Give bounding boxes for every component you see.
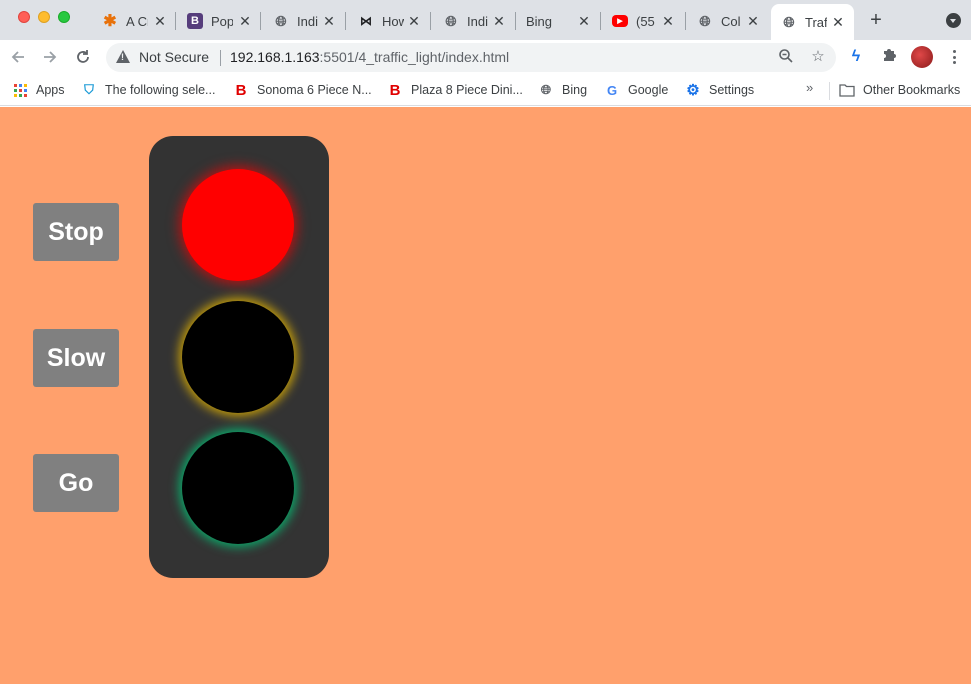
red-light [182, 169, 294, 281]
close-icon[interactable]: ✕ [491, 13, 507, 30]
b-logo-icon: B [389, 81, 401, 99]
yellow-light [182, 301, 294, 413]
apps-grid-icon [12, 82, 28, 98]
tab-strip: ✱ A Cr ✕ B Pop ✕ 🌐︎ Indi ✕ ⋈ How ✕ 🌐︎ In… [0, 0, 971, 40]
bookmark-plaza[interactable]: B Plaza 8 Piece Dini... [387, 80, 523, 100]
window-maximize-button[interactable] [58, 11, 70, 23]
close-icon[interactable]: ✕ [152, 13, 168, 30]
tab-traffic-active[interactable]: 🌐︎ Traf ✕ [771, 4, 854, 40]
gear-icon: ⚙ [686, 82, 700, 99]
bookmark-bing[interactable]: 🌐︎ Bing [538, 80, 587, 100]
chevron-double-right-icon[interactable]: » [806, 80, 813, 95]
bookmark-sonoma[interactable]: B Sonoma 6 Piece N... [233, 80, 372, 100]
divider [220, 50, 221, 66]
security-label[interactable]: Not Secure [139, 49, 209, 65]
arrow-left-icon [11, 51, 24, 63]
close-icon[interactable]: ✕ [830, 14, 846, 31]
zoom-icon[interactable] [777, 48, 795, 66]
tab-col[interactable]: 🌐︎ Col ✕ [697, 6, 761, 36]
close-icon[interactable]: ✕ [576, 13, 592, 30]
bowtie-icon: ⋈ [360, 14, 372, 28]
b-logo-icon: B [235, 81, 247, 99]
asterisk-icon: ✱ [103, 13, 117, 30]
slow-button[interactable]: Slow [33, 329, 119, 387]
google-icon: G [606, 82, 618, 98]
back-button[interactable] [6, 45, 30, 69]
folder-icon [839, 82, 855, 98]
bookmark-settings[interactable]: ⚙ Settings [685, 80, 754, 100]
bookmark-google[interactable]: G Google [604, 80, 668, 100]
tab-indi-2[interactable]: 🌐︎ Indi ✕ [443, 6, 507, 36]
tab-how[interactable]: ⋈ How ✕ [358, 6, 422, 36]
reload-button[interactable] [71, 45, 95, 69]
bookmark-following[interactable]: ⛉ The following sele... [81, 80, 215, 100]
globe-icon: 🌐︎ [699, 12, 711, 29]
bootstrap-icon: B [187, 13, 203, 29]
url-host: 192.168.1.163 [230, 49, 320, 65]
extension-icon[interactable]: ϟ [846, 47, 866, 67]
bookmarks-bar: Apps ⛉ The following sele... B Sonoma 6 … [0, 74, 971, 106]
tab-youtube[interactable]: ▶ (55 ✕ [612, 6, 676, 36]
tab-pop[interactable]: B Pop ✕ [187, 6, 253, 36]
arrow-right-icon [44, 51, 57, 63]
browser-toolbar: Not Secure 192.168.1.163:5501/4_traffic_… [0, 40, 971, 74]
tab-a-cr[interactable]: ✱ A Cr ✕ [102, 6, 168, 36]
divider [829, 82, 830, 100]
url-text[interactable]: 192.168.1.163:5501/4_traffic_light/index… [230, 49, 509, 65]
bookmark-star-icon[interactable]: ☆ [809, 48, 827, 66]
page-content: Stop Slow Go [0, 107, 971, 684]
warning-icon[interactable] [116, 50, 130, 63]
address-bar[interactable]: Not Secure 192.168.1.163:5501/4_traffic_… [106, 43, 836, 72]
tab-bing[interactable]: Bing ✕ [526, 6, 592, 36]
menu-icon[interactable] [946, 47, 962, 67]
traffic-light-housing [149, 136, 329, 578]
globe-icon: 🌐︎ [540, 82, 552, 97]
window-close-button[interactable] [18, 11, 30, 23]
close-icon[interactable]: ✕ [745, 13, 761, 30]
forward-button[interactable] [38, 45, 62, 69]
close-icon[interactable]: ✕ [660, 13, 676, 30]
close-icon[interactable]: ✕ [406, 13, 422, 30]
puzzle-icon[interactable] [879, 47, 899, 67]
bookmark-other[interactable]: Other Bookmarks [839, 80, 960, 100]
close-icon[interactable]: ✕ [237, 13, 253, 30]
reload-icon [77, 50, 89, 63]
tab-indi-1[interactable]: 🌐︎ Indi ✕ [273, 6, 337, 36]
bookmark-apps[interactable]: Apps [12, 80, 65, 100]
avatar[interactable] [911, 46, 933, 68]
close-icon[interactable]: ✕ [321, 13, 337, 30]
stop-button[interactable]: Stop [33, 203, 119, 261]
window-minimize-button[interactable] [38, 11, 50, 23]
globe-icon: 🌐︎ [445, 12, 457, 29]
green-light [182, 432, 294, 544]
shield-icon: ⛉ [84, 82, 94, 97]
url-path: :5501/4_traffic_light/index.html [319, 49, 510, 65]
youtube-icon: ▶ [612, 15, 628, 27]
globe-icon: 🌐︎ [783, 13, 795, 30]
go-button[interactable]: Go [33, 454, 119, 512]
tab-search-icon[interactable] [946, 13, 961, 28]
new-tab-button[interactable]: + [866, 10, 886, 30]
globe-icon: 🌐︎ [275, 12, 287, 29]
